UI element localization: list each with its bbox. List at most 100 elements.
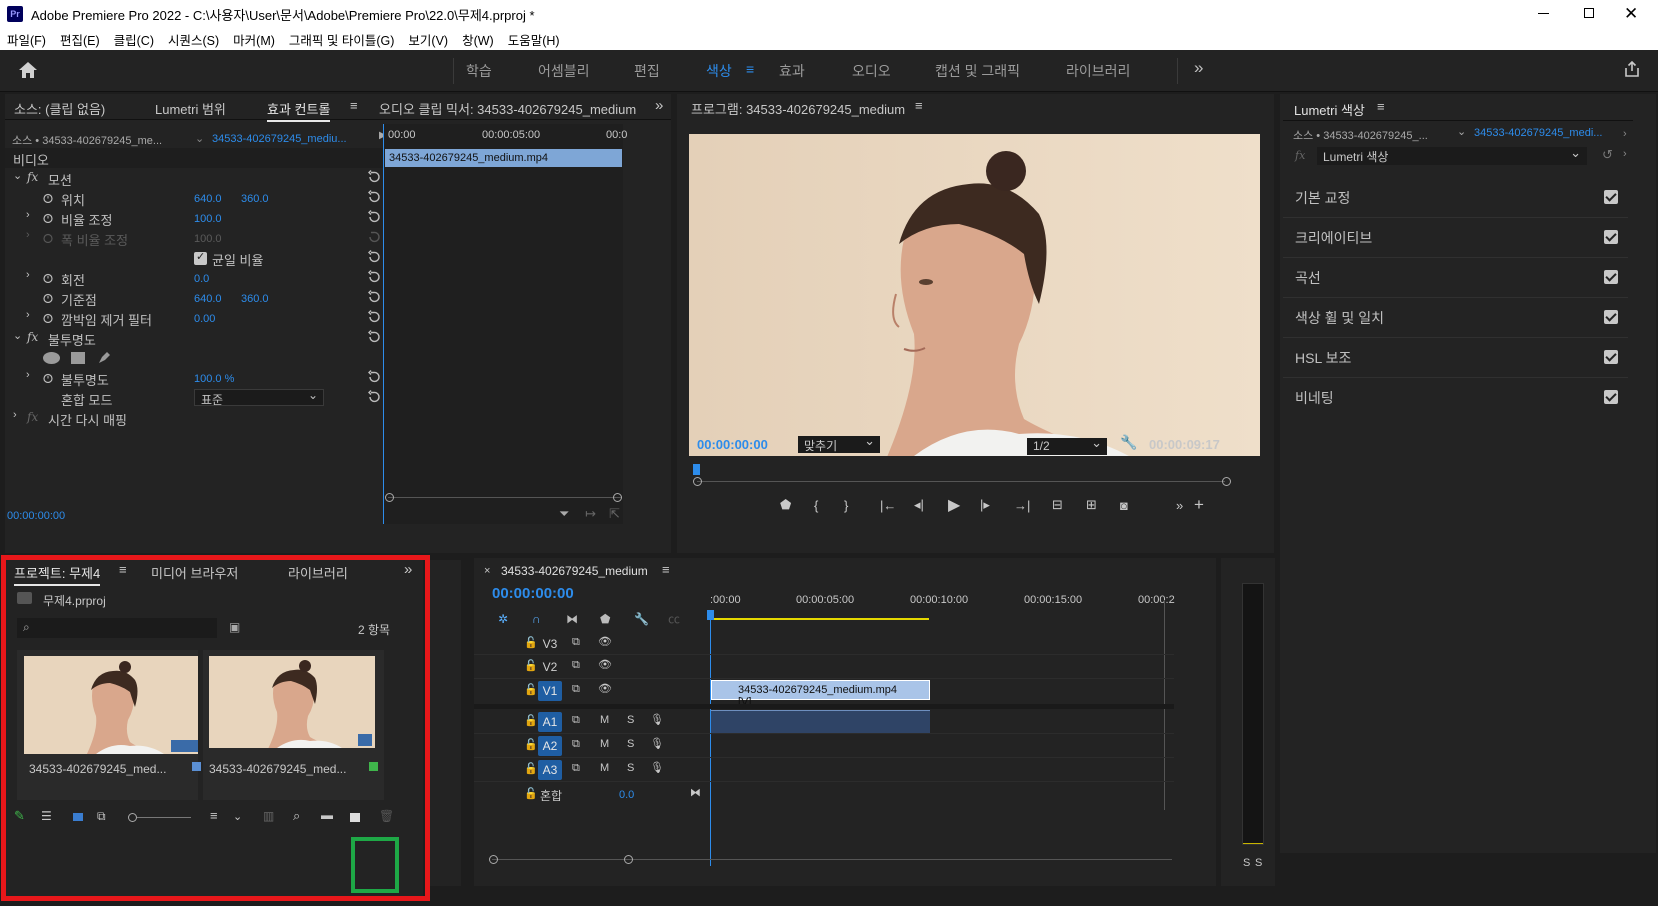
solo-button[interactable]: S xyxy=(627,762,634,774)
sync-lock-icon[interactable]: ⧉ xyxy=(572,762,580,775)
track-divider[interactable] xyxy=(474,704,1174,709)
menu-help[interactable]: 도움말(H) xyxy=(508,30,560,49)
tab-lumetri-scopes[interactable]: Lumetri 범위 xyxy=(155,99,226,118)
workspace-tab-libraries[interactable]: 라이브러리 xyxy=(1066,61,1130,81)
eye-icon[interactable]: 👁 xyxy=(598,635,612,648)
reset-icon[interactable] xyxy=(367,170,381,184)
lumetri-section-creative[interactable]: 크리에이티브 xyxy=(1283,218,1628,258)
ellipse-mask-icon[interactable] xyxy=(43,352,60,364)
timeline-ruler[interactable]: :00:00 00:00:05:00 00:00:10:00 00:00:15:… xyxy=(710,582,1200,622)
track-label[interactable]: V3 xyxy=(538,634,562,654)
workspace-tab-learn[interactable]: 학습 xyxy=(466,61,492,81)
menu-clip[interactable]: 클립(C) xyxy=(114,30,154,49)
zoom-handle-left[interactable] xyxy=(385,493,394,502)
reset-icon[interactable] xyxy=(367,310,381,324)
track-v3[interactable]: 🔓 V3 ⧉ 👁 xyxy=(474,632,1174,655)
rectangle-mask-icon[interactable] xyxy=(71,352,85,364)
panel-menu-icon[interactable]: ≡ xyxy=(1377,99,1385,114)
expand-chevron-icon[interactable]: › xyxy=(26,209,30,221)
menu-file[interactable]: 파일(F) xyxy=(7,30,46,49)
scrub-handle-right[interactable] xyxy=(1222,477,1231,486)
stopwatch-icon[interactable] xyxy=(43,213,53,223)
lumetri-effect-dropdown[interactable]: Lumetri 색상 ⌄ xyxy=(1317,145,1587,165)
menu-marker[interactable]: 마커(M) xyxy=(233,30,275,49)
reset-icon[interactable] xyxy=(367,270,381,284)
stopwatch-icon[interactable] xyxy=(43,313,53,323)
home-icon[interactable] xyxy=(18,61,38,79)
video-frame[interactable] xyxy=(689,134,1260,456)
sync-lock-icon[interactable]: ⧉ xyxy=(572,738,580,751)
horizontal-scrollbar[interactable] xyxy=(492,859,1172,860)
mark-out-icon[interactable]: } xyxy=(844,498,880,513)
fx-icon[interactable]: fx xyxy=(27,170,38,184)
solo-left[interactable]: S xyxy=(1243,857,1250,869)
chevron-down-icon[interactable]: ⌄ xyxy=(1457,125,1466,138)
collapse-chevron-icon[interactable]: ⌄ xyxy=(13,329,22,342)
workspace-tab-assembly[interactable]: 어셈블리 xyxy=(538,61,590,81)
lock-icon[interactable]: 🔓 xyxy=(524,738,538,751)
scroll-handle-right[interactable] xyxy=(624,855,633,864)
workspace-menu-icon[interactable]: ≡ xyxy=(746,61,754,77)
scale-value[interactable]: 100.0 xyxy=(194,213,222,225)
track-label[interactable]: V1 xyxy=(538,681,562,701)
clip-selector[interactable]: 34533-402679245_mediu... xyxy=(212,133,347,145)
add-button-icon[interactable]: + xyxy=(1194,495,1204,515)
track-v2[interactable]: 🔓 V2 ⧉ 👁 xyxy=(474,655,1174,679)
fx-icon[interactable]: fx xyxy=(1295,149,1305,162)
lift-icon[interactable]: ⊟ xyxy=(1052,497,1086,513)
blend-mode-dropdown[interactable]: 표준 ⌄ xyxy=(194,388,324,407)
track-label[interactable]: A1 xyxy=(538,712,562,732)
menu-edit[interactable]: 편집(E) xyxy=(60,30,100,49)
stopwatch-icon[interactable] xyxy=(43,293,53,303)
reset-icon[interactable] xyxy=(367,190,381,204)
add-marker-icon[interactable]: ⬟ xyxy=(780,497,814,513)
stopwatch-icon[interactable] xyxy=(43,373,53,383)
lumetri-section-vignette[interactable]: 비네팅 xyxy=(1283,378,1628,418)
audio-clip[interactable] xyxy=(711,710,930,733)
close-button[interactable]: ✕ xyxy=(1624,4,1638,24)
track-a3[interactable]: 🔓 A3 ⧉ M S 🎙 xyxy=(474,758,1174,782)
camera-icon[interactable]: ◙ xyxy=(1120,498,1176,513)
scroll-handle-left[interactable] xyxy=(489,855,498,864)
menu-graphics[interactable]: 그래픽 및 타이틀(G) xyxy=(289,30,395,49)
mute-button[interactable]: M xyxy=(600,714,609,726)
sync-lock-icon[interactable]: ⧉ xyxy=(572,659,580,672)
track-label[interactable]: A2 xyxy=(538,736,562,756)
filter-icon[interactable]: ⏷ xyxy=(559,506,569,522)
section-enable-checkbox[interactable] xyxy=(1604,390,1618,404)
linked-selection-icon[interactable]: ⧓ xyxy=(566,612,600,626)
play-icon[interactable]: ▶ xyxy=(948,495,980,515)
lock-icon[interactable]: 🔓 xyxy=(524,636,538,649)
add-marker-icon[interactable]: ⬟ xyxy=(600,612,634,626)
opacity-value[interactable]: 100.0 % xyxy=(194,373,234,385)
lumetri-clip-selector[interactable]: 34533-402679245_medi... xyxy=(1474,127,1602,139)
stopwatch-icon[interactable] xyxy=(43,273,53,283)
sync-lock-icon[interactable]: ⧉ xyxy=(572,683,580,696)
anchor-x-value[interactable]: 640.0 xyxy=(194,293,222,305)
more-icon[interactable]: › xyxy=(1623,148,1627,160)
reset-icon[interactable] xyxy=(367,370,381,384)
tab-audio-mixer[interactable]: 오디오 클립 믹서: 34533-402679245_medium xyxy=(379,99,641,118)
workspace-tab-captions[interactable]: 캡션 및 그래픽 xyxy=(935,61,1020,81)
track-label[interactable]: A3 xyxy=(538,760,562,780)
extract-icon[interactable]: ⊞ xyxy=(1086,497,1120,513)
expand-chevron-icon[interactable]: › xyxy=(13,409,17,421)
collapse-chevron-icon[interactable]: ⌄ xyxy=(13,169,22,182)
section-enable-checkbox[interactable] xyxy=(1604,190,1618,204)
position-y-value[interactable]: 360.0 xyxy=(241,193,269,205)
tab-source[interactable]: 소스: (클립 없음) xyxy=(14,99,105,118)
settings-wrench-icon[interactable]: 🔧 xyxy=(634,612,668,626)
captions-icon[interactable]: ㏄ xyxy=(668,610,680,627)
tab-menu-icon[interactable]: ≡ xyxy=(350,98,358,113)
effect-clip-bar[interactable]: 34533-402679245_medium.mp4 xyxy=(385,149,622,167)
lock-icon[interactable]: 🔓 xyxy=(524,659,538,672)
lock-icon[interactable]: 🔓 xyxy=(524,714,538,727)
pen-mask-icon[interactable] xyxy=(97,351,111,365)
solo-right[interactable]: S xyxy=(1255,857,1262,869)
rotation-value[interactable]: 0.0 xyxy=(194,273,209,285)
mute-button[interactable]: M xyxy=(600,738,609,750)
fx-icon[interactable]: fx xyxy=(27,330,38,344)
more-controls-icon[interactable]: » xyxy=(1176,498,1194,513)
work-area-bar[interactable] xyxy=(710,618,929,620)
more-workspaces-icon[interactable]: » xyxy=(1194,58,1203,78)
